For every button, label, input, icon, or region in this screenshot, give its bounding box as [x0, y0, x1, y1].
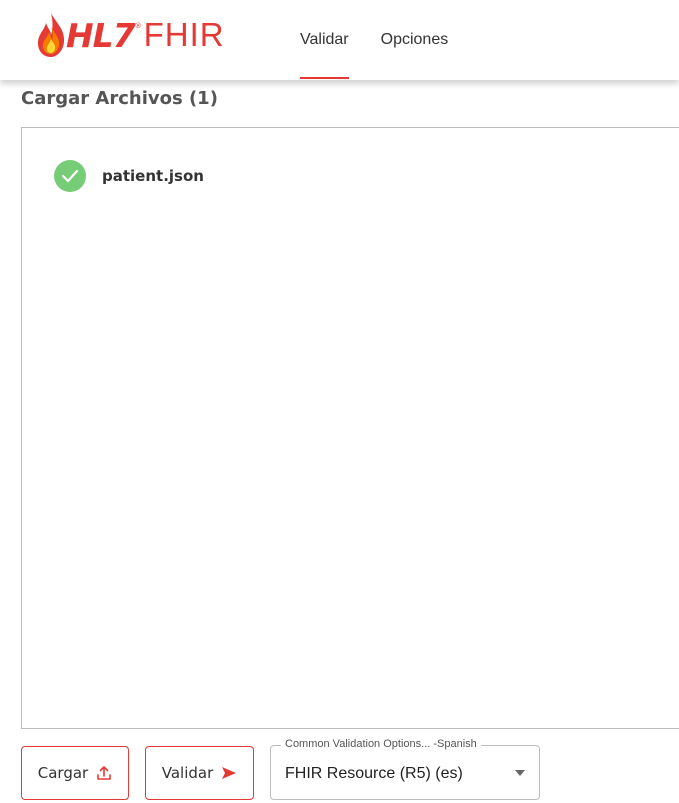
upload-button[interactable]: Cargar: [21, 746, 129, 800]
tab-validar[interactable]: Validar: [300, 0, 349, 80]
logo-registered-mark: ®: [134, 22, 142, 30]
validation-preset-select[interactable]: Common Validation Options... -Spanish FH…: [270, 738, 540, 800]
file-list-item[interactable]: patient.json: [54, 160, 204, 192]
upload-section-title: Cargar Archivos (1): [21, 88, 218, 109]
validate-button-label: Validar: [161, 764, 214, 782]
hl7-fhir-logo[interactable]: HL7 ® FHIR: [34, 10, 225, 60]
app-header: HL7 ® FHIR Validar Opciones: [0, 0, 679, 80]
file-name: patient.json: [102, 167, 204, 185]
validation-preset-value: FHIR Resource (R5) (es): [285, 765, 463, 782]
upload-icon: [96, 765, 112, 781]
check-circle-icon: [54, 160, 86, 192]
validation-preset-label: Common Validation Options... -Spanish: [281, 738, 481, 750]
main-nav: Validar Opciones: [300, 0, 480, 80]
flame-icon: [38, 13, 65, 57]
upload-button-label: Cargar: [37, 764, 89, 782]
validate-button[interactable]: Validar: [145, 746, 254, 800]
logo-product-text: FHIR: [143, 16, 225, 53]
send-arrow-icon: [221, 766, 237, 780]
tab-opciones[interactable]: Opciones: [381, 0, 449, 80]
logo-brand-text: HL7: [66, 15, 136, 55]
file-list-panel: patient.json: [21, 127, 679, 729]
chevron-down-icon: [515, 770, 525, 776]
